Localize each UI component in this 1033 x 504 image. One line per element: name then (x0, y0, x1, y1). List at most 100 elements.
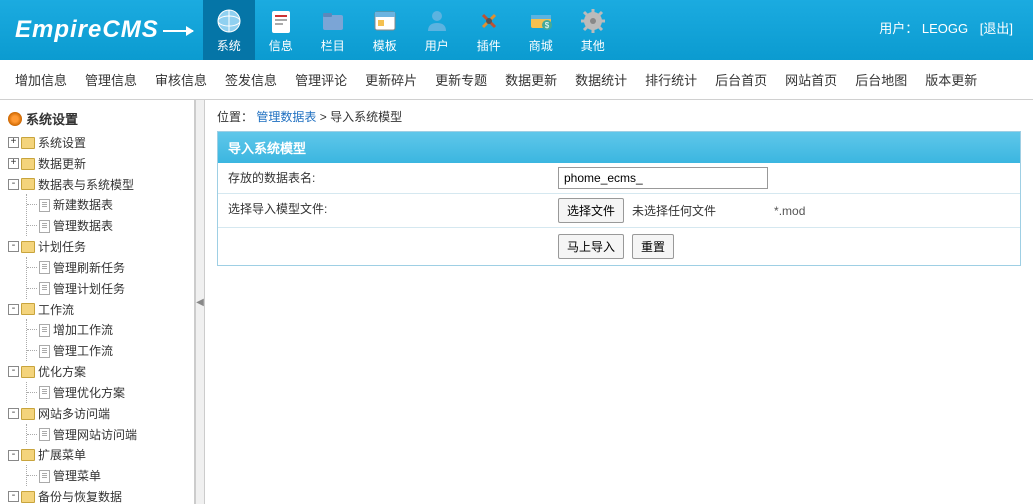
tree-label[interactable]: 计划任务 (38, 240, 86, 254)
breadcrumb-link[interactable]: 管理数据表 (256, 110, 316, 124)
topnav-icon (319, 7, 347, 35)
tree-toggle-icon[interactable]: - (8, 179, 19, 190)
folder-icon (21, 449, 35, 461)
form-panel: 导入系统模型 存放的数据表名: 选择导入模型文件: 选择文件 未选择任何文件 *… (217, 131, 1021, 266)
subnav-管理信息[interactable]: 管理信息 (85, 70, 137, 89)
tree-toggle-icon[interactable]: + (8, 158, 19, 169)
topnav-item-商城[interactable]: $商城 (515, 0, 567, 60)
topnav-item-栏目[interactable]: 栏目 (307, 0, 359, 60)
tree-label[interactable]: 管理网站访问端 (53, 427, 137, 441)
folder-icon (21, 408, 35, 420)
user-name: LEOGG (922, 21, 968, 36)
tree-toggle-icon[interactable]: - (8, 304, 19, 315)
subnav-版本更新[interactable]: 版本更新 (925, 70, 977, 89)
tree-label[interactable]: 管理优化方案 (53, 386, 125, 400)
folder-icon (21, 178, 35, 190)
tree-label[interactable]: 管理计划任务 (53, 282, 125, 296)
subnav-后台首页[interactable]: 后台首页 (715, 70, 767, 89)
folder-icon (21, 158, 35, 170)
file-icon (39, 345, 50, 358)
logo: EmpireCMS (0, 16, 193, 44)
topnav-icon (579, 7, 607, 35)
tree-node: + 系统设置 (8, 132, 194, 153)
topnav-item-信息[interactable]: 信息 (255, 0, 307, 60)
file-icon (39, 324, 50, 337)
choose-file-button[interactable]: 选择文件 (558, 198, 624, 223)
user-label: 用户： (879, 21, 918, 36)
subnav-网站首页[interactable]: 网站首页 (785, 70, 837, 89)
folder-icon (21, 241, 35, 253)
file-icon (39, 261, 50, 274)
topnav-item-插件[interactable]: 插件 (463, 0, 515, 60)
subnav-后台地图[interactable]: 后台地图 (855, 70, 907, 89)
tree-node: 新建数据表 (27, 194, 194, 215)
sidebar-tree: + 系统设置 + 数据更新 - 数据表与系统模型新建数据表管理数据表 - 计划任务管理刷新任务… (0, 132, 194, 504)
subnav-审核信息[interactable]: 审核信息 (155, 70, 207, 89)
subnav-签发信息[interactable]: 签发信息 (225, 70, 277, 89)
subnav-数据统计[interactable]: 数据统计 (575, 70, 627, 89)
tree-label[interactable]: 管理数据表 (53, 219, 113, 233)
tree-label[interactable]: 优化方案 (38, 365, 86, 379)
tree-label[interactable]: 增加工作流 (53, 323, 113, 337)
top-nav: 系统信息栏目模板用户插件$商城其他 (203, 0, 619, 60)
tree-node: 管理网站访问端 (27, 424, 194, 445)
folder-icon (21, 303, 35, 315)
tree-toggle-icon[interactable]: - (8, 241, 19, 252)
tree-toggle-icon[interactable]: - (8, 491, 19, 502)
tree-label[interactable]: 数据表与系统模型 (38, 177, 134, 191)
logout-link[interactable]: [退出] (980, 21, 1013, 36)
tree-label[interactable]: 管理刷新任务 (53, 261, 125, 275)
tree-toggle-icon[interactable]: + (8, 137, 19, 148)
panel-title: 导入系统模型 (218, 132, 1020, 163)
file-icon (39, 470, 50, 483)
subnav-数据更新[interactable]: 数据更新 (505, 70, 557, 89)
subnav-管理评论[interactable]: 管理评论 (295, 70, 347, 89)
tree-node: - 扩展菜单管理菜单 (8, 444, 194, 486)
tree-node: + 数据更新 (8, 153, 194, 174)
tree-label[interactable]: 管理菜单 (53, 469, 101, 483)
topnav-item-其他[interactable]: 其他 (567, 0, 619, 60)
file-icon (39, 386, 50, 399)
reset-button[interactable]: 重置 (632, 234, 674, 259)
topnav-item-用户[interactable]: 用户 (411, 0, 463, 60)
tree-label[interactable]: 扩展菜单 (38, 448, 86, 462)
tree-node: 管理菜单 (27, 465, 194, 486)
file-extension-note: *.mod (774, 204, 805, 218)
splitter[interactable]: ◀ (195, 100, 205, 504)
tree-label[interactable]: 网站多访问端 (38, 407, 110, 421)
tree-node: 管理数据表 (27, 215, 194, 236)
topnav-icon (423, 7, 451, 35)
file-icon (39, 282, 50, 295)
subnav-更新专题[interactable]: 更新专题 (435, 70, 487, 89)
tree-node: - 网站多访问端管理网站访问端 (8, 403, 194, 445)
topnav-item-系统[interactable]: 系统 (203, 0, 255, 60)
subnav-排行统计[interactable]: 排行统计 (645, 70, 697, 89)
submit-button[interactable]: 马上导入 (558, 234, 624, 259)
tree-label[interactable]: 数据更新 (38, 157, 86, 171)
tree-node: 管理刷新任务 (27, 257, 194, 278)
topnav-item-模板[interactable]: 模板 (359, 0, 411, 60)
tree-label[interactable]: 备份与恢复数据 (38, 490, 122, 504)
breadcrumb: 位置： 管理数据表 > 导入系统模型 (217, 108, 1021, 125)
tree-node: - 数据表与系统模型新建数据表管理数据表 (8, 174, 194, 236)
folder-icon (21, 366, 35, 378)
tree-toggle-icon[interactable]: - (8, 366, 19, 377)
tree-node: - 工作流增加工作流管理工作流 (8, 299, 194, 361)
file-icon (39, 428, 50, 441)
subnav-增加信息[interactable]: 增加信息 (15, 70, 67, 89)
tree-toggle-icon[interactable]: - (8, 450, 19, 461)
tree-label[interactable]: 工作流 (38, 302, 74, 316)
subnav-更新碎片[interactable]: 更新碎片 (365, 70, 417, 89)
tree-toggle-icon[interactable]: - (8, 408, 19, 419)
table-name-input[interactable] (558, 167, 768, 189)
tree-node: 管理工作流 (27, 340, 194, 361)
topnav-icon (475, 7, 503, 35)
tree-label[interactable]: 新建数据表 (53, 198, 113, 212)
folder-icon (21, 137, 35, 149)
tree-label[interactable]: 系统设置 (38, 136, 86, 150)
topnav-icon (215, 7, 243, 35)
tree-label[interactable]: 管理工作流 (53, 344, 113, 358)
sub-nav: 增加信息管理信息审核信息签发信息管理评论更新碎片更新专题数据更新数据统计排行统计… (0, 60, 1033, 100)
topnav-icon (371, 7, 399, 35)
tree-node: 管理计划任务 (27, 278, 194, 299)
